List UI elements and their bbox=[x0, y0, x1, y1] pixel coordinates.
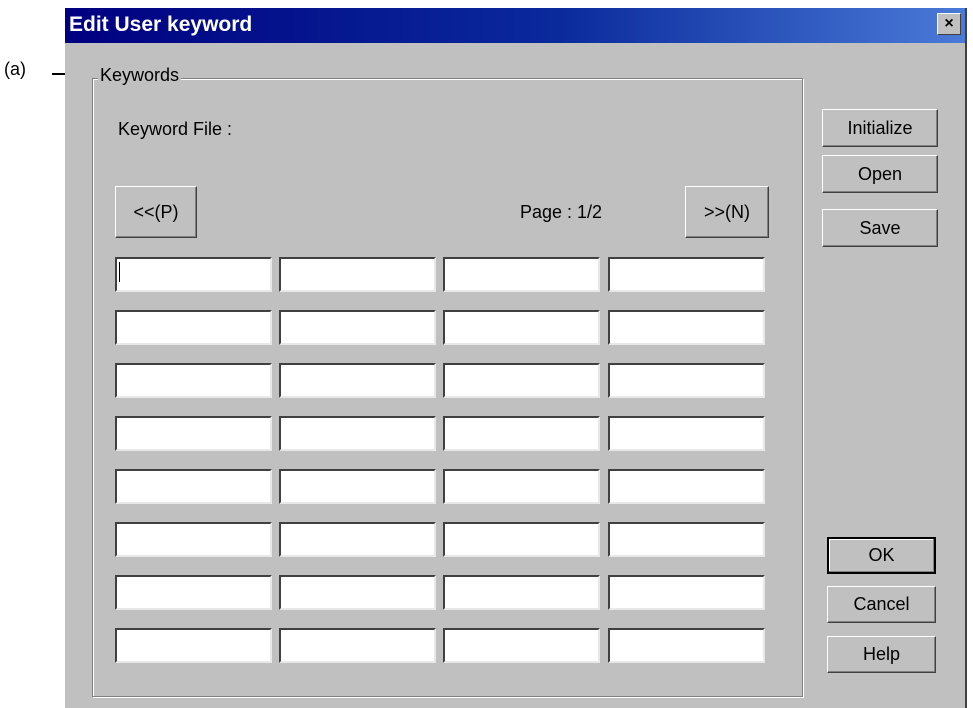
keyword-input[interactable] bbox=[115, 257, 272, 292]
keyword-file-label: Keyword File : bbox=[118, 119, 233, 139]
keyword-input[interactable] bbox=[115, 416, 272, 451]
keyword-input[interactable] bbox=[443, 628, 600, 663]
prev-page-button[interactable]: <<(P) bbox=[115, 186, 197, 238]
callout-label-a: (a) bbox=[4, 59, 26, 79]
keyword-input[interactable] bbox=[279, 310, 436, 345]
open-label: Open bbox=[857, 163, 903, 184]
keyword-input[interactable] bbox=[443, 310, 600, 345]
save-button[interactable]: Save bbox=[822, 209, 938, 247]
keyword-input[interactable] bbox=[443, 469, 600, 504]
keyword-input[interactable] bbox=[608, 363, 765, 398]
keyword-input[interactable] bbox=[115, 310, 272, 345]
edit-user-keyword-dialog: Edit User keyword × Keywords Keyword Fil… bbox=[65, 8, 967, 708]
cancel-label: Cancel bbox=[853, 594, 910, 614]
initialize-button[interactable]: Initialize bbox=[822, 109, 938, 147]
text-caret bbox=[119, 262, 120, 282]
prev-page-label: <<(P) bbox=[133, 201, 179, 222]
keyword-input[interactable] bbox=[279, 522, 436, 557]
help-label: Help bbox=[862, 644, 901, 664]
keyword-input[interactable] bbox=[279, 469, 436, 504]
keyword-input[interactable] bbox=[443, 257, 600, 292]
keyword-input[interactable] bbox=[608, 310, 765, 345]
save-label: Save bbox=[859, 217, 901, 238]
next-page-label: >>(N) bbox=[703, 201, 750, 222]
keyword-input[interactable] bbox=[443, 416, 600, 451]
keyword-input[interactable] bbox=[608, 575, 765, 610]
keyword-input[interactable] bbox=[115, 522, 272, 557]
keyword-input[interactable] bbox=[608, 522, 765, 557]
keyword-input[interactable] bbox=[115, 363, 272, 398]
close-button[interactable]: × bbox=[937, 13, 961, 35]
cancel-button[interactable]: Cancel bbox=[827, 586, 936, 623]
close-icon: × bbox=[944, 15, 954, 32]
open-button[interactable]: Open bbox=[822, 155, 938, 193]
keyword-input[interactable] bbox=[115, 628, 272, 663]
initialize-label: Initialize bbox=[847, 117, 913, 138]
keyword-input[interactable] bbox=[608, 257, 765, 292]
keyword-input[interactable] bbox=[608, 628, 765, 663]
keyword-input[interactable] bbox=[279, 416, 436, 451]
ok-button[interactable]: OK bbox=[827, 537, 936, 574]
keyword-input[interactable] bbox=[115, 575, 272, 610]
ok-label: OK bbox=[868, 545, 895, 565]
keyword-input[interactable] bbox=[279, 363, 436, 398]
title-bar[interactable]: Edit User keyword × bbox=[65, 8, 965, 43]
next-page-button[interactable]: >>(N) bbox=[685, 186, 769, 238]
keyword-input[interactable] bbox=[608, 469, 765, 504]
keyword-input[interactable] bbox=[115, 469, 272, 504]
window-title: Edit User keyword bbox=[69, 13, 253, 36]
keyword-input[interactable] bbox=[279, 628, 436, 663]
keyword-input[interactable] bbox=[279, 575, 436, 610]
keyword-input[interactable] bbox=[443, 522, 600, 557]
keyword-input[interactable] bbox=[443, 363, 600, 398]
keyword-input[interactable] bbox=[279, 257, 436, 292]
keyword-input[interactable] bbox=[608, 416, 765, 451]
keyword-input[interactable] bbox=[443, 575, 600, 610]
keywords-group-legend: Keywords bbox=[98, 65, 182, 86]
page-indicator: Page : 1/2 bbox=[520, 202, 603, 222]
help-button[interactable]: Help bbox=[827, 636, 936, 673]
